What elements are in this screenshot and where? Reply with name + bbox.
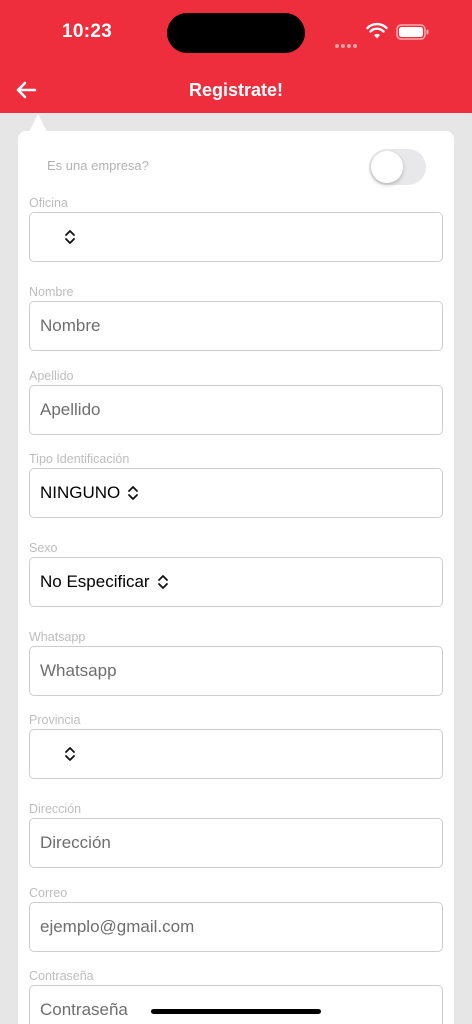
home-indicator xyxy=(151,1009,321,1014)
whatsapp-label: Whatsapp xyxy=(29,630,86,644)
direccion-field[interactable]: Dirección xyxy=(29,818,443,868)
whatsapp-placeholder: Whatsapp xyxy=(40,661,117,680)
correo-label: Correo xyxy=(29,886,68,900)
chevron-up-down-icon xyxy=(157,575,168,589)
direccion-label: Dirección xyxy=(29,802,82,816)
chevron-up-down-icon xyxy=(128,486,139,500)
tipo-identificacion-value: NINGUNO xyxy=(40,483,121,502)
contrasena-field[interactable]: Contraseña xyxy=(29,985,443,1024)
sexo-label: Sexo xyxy=(29,541,58,555)
battery-icon xyxy=(396,24,429,40)
app-header: 10:23 Registrate! xyxy=(0,0,472,113)
sexo-select[interactable]: No Especificar xyxy=(29,557,443,607)
tipo-identificacion-label: Tipo Identificación xyxy=(29,452,130,466)
correo-field[interactable]: ejemplo@gmail.com xyxy=(29,902,443,952)
apellido-placeholder: Apellido xyxy=(40,400,101,419)
apellido-field[interactable]: Apellido xyxy=(29,385,443,435)
provincia-label: Provincia xyxy=(29,713,81,727)
contrasena-placeholder: Contraseña xyxy=(40,1000,128,1019)
nombre-placeholder: Nombre xyxy=(40,316,101,335)
dynamic-island xyxy=(167,13,305,53)
sexo-value: No Especificar xyxy=(40,572,150,591)
company-toggle-label: Es una empresa? xyxy=(47,158,149,173)
company-toggle[interactable] xyxy=(369,149,426,185)
provincia-select[interactable] xyxy=(29,729,443,779)
nombre-field[interactable]: Nombre xyxy=(29,301,443,351)
direccion-placeholder: Dirección xyxy=(40,833,111,852)
oficina-select[interactable] xyxy=(29,212,443,262)
apellido-label: Apellido xyxy=(29,369,74,383)
whatsapp-field[interactable]: Whatsapp xyxy=(29,646,443,696)
wifi-icon xyxy=(366,22,388,39)
cellular-signal-icon xyxy=(335,35,359,48)
nombre-label: Nombre xyxy=(29,285,74,299)
contrasena-label: Contraseña xyxy=(29,969,94,983)
oficina-label: Oficina xyxy=(29,196,68,210)
chevron-up-down-icon xyxy=(65,230,75,244)
toggle-knob xyxy=(371,151,403,183)
correo-placeholder: ejemplo@gmail.com xyxy=(40,917,195,936)
page-title: Registrate! xyxy=(188,80,284,100)
tipo-identificacion-select[interactable]: NINGUNO xyxy=(29,468,443,518)
card-notch xyxy=(29,114,47,132)
chevron-up-down-icon xyxy=(65,747,75,761)
status-time: 10:23 xyxy=(62,21,113,42)
